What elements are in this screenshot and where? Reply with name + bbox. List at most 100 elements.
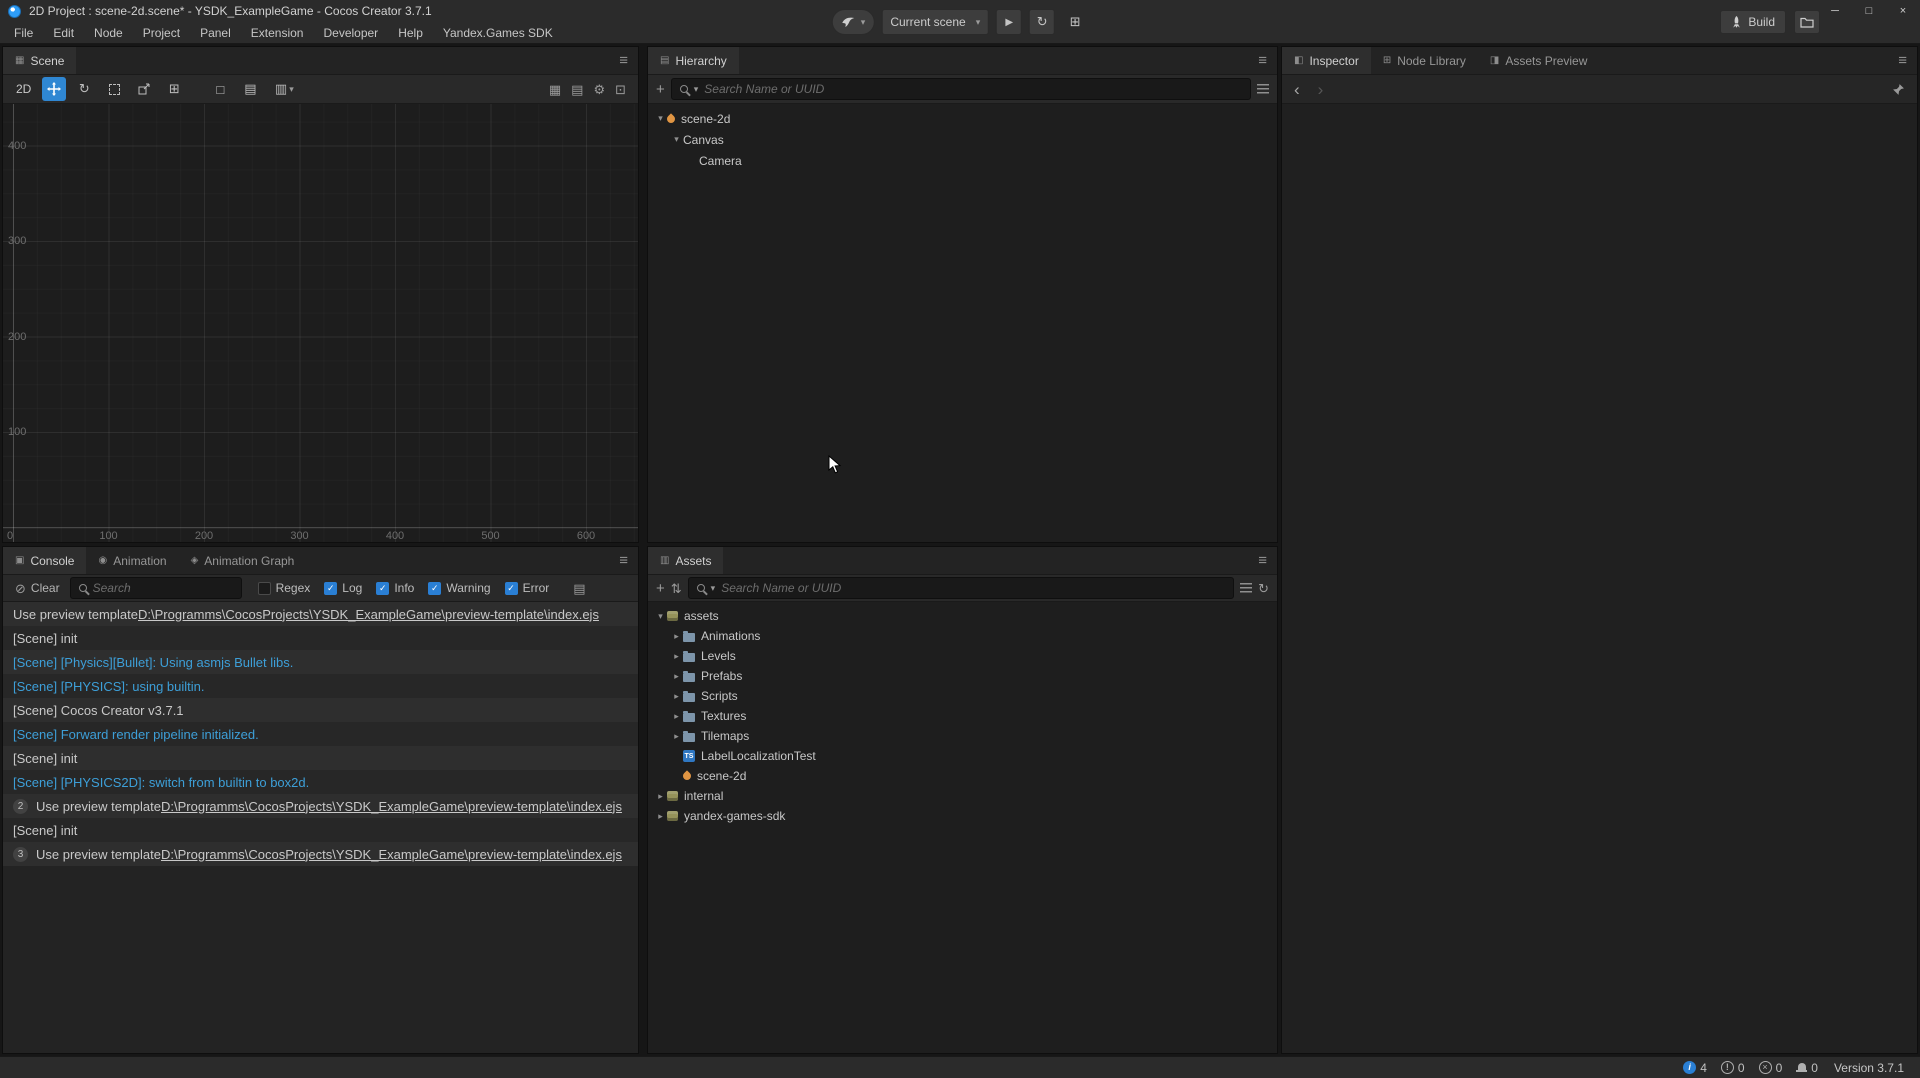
filter-log[interactable]: ✓Log [324,581,362,595]
console-search-input[interactable]: Search [70,577,242,599]
preview-device-button[interactable]: ⊞ [1062,9,1088,35]
scene-menu-icon[interactable]: ≡ [609,52,638,69]
chevron-right-icon[interactable]: ▸ [670,632,683,641]
grid-visibility-icon[interactable]: ▦ [549,83,561,96]
search-filter-chevron-icon[interactable]: ▾ [694,85,699,94]
assets-item-assets[interactable]: ▾assets [648,606,1277,626]
assets-item-tilemaps[interactable]: ▸Tilemaps [648,726,1277,746]
menu-item-file[interactable]: File [4,22,43,44]
assets-item-scene-2d[interactable]: scene-2d [648,766,1277,786]
tab-inspector[interactable]: ◧Inspector [1282,47,1371,74]
transform-tool-button[interactable]: ⊞ [162,77,186,101]
preview-target-button[interactable]: ▾ [832,9,875,35]
tab-animation[interactable]: ◉Animation [86,547,178,574]
filter-error[interactable]: ✓Error [505,581,550,595]
tab-hierarchy[interactable]: ▤ Hierarchy [648,47,739,74]
console-log-row[interactable]: [Scene] init [3,626,638,650]
checkbox-warning[interactable]: ✓ [428,582,441,595]
filter-info[interactable]: ✓Info [376,581,414,595]
scale-tool-button[interactable] [132,77,156,101]
console-menu-icon[interactable]: ≡ [609,552,638,569]
error-count[interactable]: × 0 [1759,1061,1783,1075]
chevron-down-icon[interactable]: ▾ [670,135,683,144]
console-log-row[interactable]: [Scene] [PHYSICS2D]: switch from builtin… [3,770,638,794]
filter-warning[interactable]: ✓Warning [428,581,490,595]
warning-count[interactable]: ! 0 [1721,1061,1745,1075]
log-file-link[interactable]: D:\Programms\CocosProjects\YSDK_ExampleG… [138,607,599,622]
checkbox-error[interactable]: ✓ [505,582,518,595]
open-project-folder-button[interactable] [1794,10,1820,34]
assets-item-textures[interactable]: ▸Textures [648,706,1277,726]
build-button[interactable]: Build [1720,10,1786,34]
assets-item-labellocalizationtest[interactable]: TSLabelLocalizationTest [648,746,1277,766]
chevron-right-icon[interactable]: ▸ [670,672,683,681]
chevron-right-icon[interactable]: ▸ [670,712,683,721]
history-forward-button[interactable]: › [1318,81,1324,98]
hierarchy-item-scene-2d[interactable]: ▾scene-2d [648,108,1277,129]
hierarchy-list-view-icon[interactable] [1257,84,1269,94]
hierarchy-search-input[interactable]: ▾ Search Name or UUID [671,78,1251,100]
hierarchy-item-camera[interactable]: Camera [648,150,1277,171]
scene-camera-icon[interactable]: ▤ [571,83,583,96]
assets-search-input[interactable]: ▾ Search Name or UUID [688,577,1234,599]
assets-list-view-icon[interactable] [1240,583,1252,593]
hierarchy-menu-icon[interactable]: ≡ [1248,52,1277,69]
create-asset-button[interactable]: + [656,581,665,596]
tab-scene[interactable]: ▦ Scene [3,47,76,74]
mode-2d-button[interactable]: 2D [11,80,36,98]
sort-assets-icon[interactable]: ⇅ [671,582,682,595]
search-filter-chevron-icon[interactable]: ▾ [711,584,716,593]
chevron-right-icon[interactable]: ▸ [670,692,683,701]
scene-selector-dropdown[interactable]: Current scene ▾ [881,9,989,35]
rect-tool-button[interactable] [102,77,126,101]
chevron-right-icon[interactable]: ▸ [670,652,683,661]
console-log-row[interactable]: [Scene] [Physics][Bullet]: Using asmjs B… [3,650,638,674]
play-button[interactable]: ▶ [996,9,1022,35]
checkbox-log[interactable]: ✓ [324,582,337,595]
gizmo-display-dropdown[interactable]: ▥ ▾ [268,77,300,101]
assets-item-yandex-games-sdk[interactable]: ▸yandex-games-sdk [648,806,1277,826]
close-button[interactable]: × [1886,0,1920,22]
chevron-down-icon[interactable]: ▾ [654,114,667,123]
refresh-assets-icon[interactable]: ↻ [1258,582,1269,595]
refresh-button[interactable]: ↻ [1029,9,1055,35]
menu-item-edit[interactable]: Edit [43,22,84,44]
snap-settings-button[interactable]: □ [208,77,232,101]
maximize-button[interactable]: □ [1852,0,1886,22]
open-log-file-icon[interactable]: ▤ [573,582,585,595]
move-tool-button[interactable] [42,77,66,101]
menu-item-node[interactable]: Node [84,22,133,44]
assets-item-internal[interactable]: ▸internal [648,786,1277,806]
console-log-row[interactable]: [Scene] [PHYSICS]: using builtin. [3,674,638,698]
tab-assets[interactable]: ▥ Assets [648,547,723,574]
console-log-row[interactable]: [Scene] Cocos Creator v3.7.1 [3,698,638,722]
checkbox-info[interactable]: ✓ [376,582,389,595]
minimize-button[interactable]: ─ [1818,0,1852,22]
chevron-right-icon[interactable]: ▸ [654,812,667,821]
align-settings-button[interactable]: ▤ [238,77,262,101]
menu-item-panel[interactable]: Panel [190,22,241,44]
filter-regex[interactable]: Regex [258,581,311,595]
chevron-down-icon[interactable]: ▾ [654,612,667,621]
console-log-row[interactable]: Use preview template D:\Programms\CocosP… [3,602,638,626]
clear-console-button[interactable]: ⊘ Clear [11,581,64,595]
assets-item-animations[interactable]: ▸Animations [648,626,1277,646]
notification-count[interactable]: 0 [1796,1061,1818,1075]
menu-item-help[interactable]: Help [388,22,433,44]
info-count[interactable]: i 4 [1683,1061,1707,1075]
tab-console[interactable]: ▣Console [3,547,86,574]
fullscreen-frame-icon[interactable]: ⊡ [615,83,626,96]
menu-item-extension[interactable]: Extension [241,22,314,44]
assets-item-levels[interactable]: ▸Levels [648,646,1277,666]
menu-item-developer[interactable]: Developer [313,22,388,44]
menu-item-yandex-games-sdk[interactable]: Yandex.Games SDK [433,22,563,44]
log-file-link[interactable]: D:\Programms\CocosProjects\YSDK_ExampleG… [161,847,622,862]
pin-button[interactable] [1892,83,1905,96]
log-file-link[interactable]: D:\Programms\CocosProjects\YSDK_ExampleG… [161,799,622,814]
assets-item-scripts[interactable]: ▸Scripts [648,686,1277,706]
tab-animation-graph[interactable]: ◈Animation Graph [179,547,307,574]
checkbox-regex[interactable] [258,582,271,595]
menu-item-project[interactable]: Project [133,22,190,44]
chevron-right-icon[interactable]: ▸ [654,792,667,801]
rotate-tool-button[interactable]: ↻ [72,77,96,101]
